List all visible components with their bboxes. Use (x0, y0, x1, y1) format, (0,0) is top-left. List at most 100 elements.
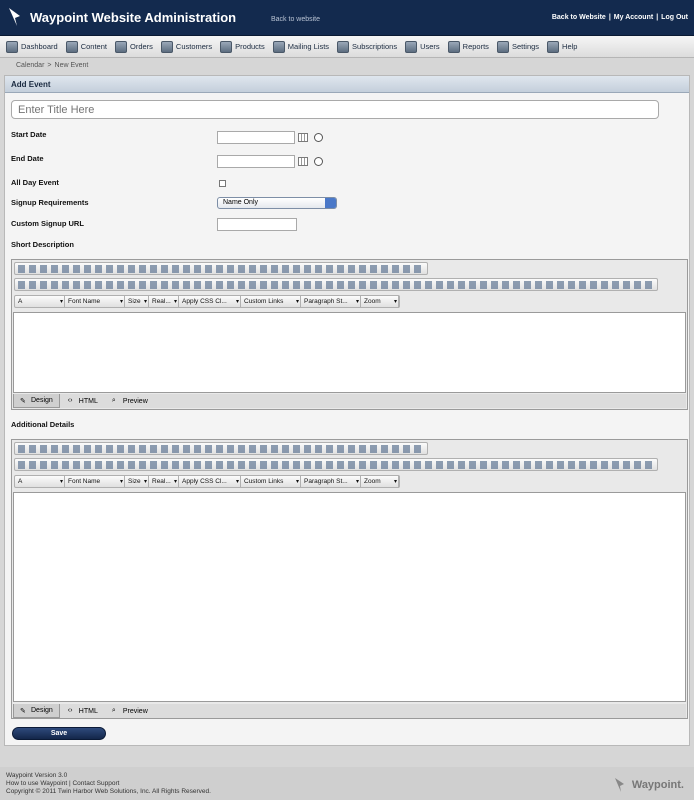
waypoint-logo-icon (614, 778, 624, 792)
signup-requirements-value: Name Only (223, 199, 259, 206)
tab-label: Preview (122, 397, 148, 405)
pencil-icon: ✎ (20, 707, 26, 715)
tab-html[interactable]: ‹› HTML (62, 394, 104, 408)
font-name-dropdown[interactable]: Font Name (65, 296, 125, 308)
dropdown-label: Real... (152, 298, 171, 305)
start-date-input[interactable] (217, 131, 295, 144)
editor-toolbar-row[interactable] (14, 262, 428, 275)
zoom-dropdown[interactable]: Zoom (361, 476, 399, 488)
nav-reports[interactable]: Reports (446, 36, 495, 58)
short-description-content[interactable] (13, 312, 686, 393)
pencil-icon: ✎ (20, 397, 26, 405)
nav-label: Subscriptions (352, 42, 398, 51)
code-icon: ‹› (67, 397, 73, 404)
log-out-link[interactable]: Log Out (661, 14, 688, 21)
size-dropdown[interactable]: Size (125, 476, 149, 488)
waypoint-logo-icon (9, 8, 20, 26)
apply-css-dropdown[interactable]: Apply CSS Cl... (179, 296, 241, 308)
account-links: Back to Website | My Account | Log Out (552, 14, 688, 21)
clock-icon[interactable] (314, 133, 323, 142)
magnifier-icon: ⌕ (111, 707, 116, 714)
nav-subscriptions[interactable]: Subscriptions (335, 36, 403, 58)
nav-users[interactable]: Users (403, 36, 446, 58)
all-day-checkbox[interactable] (219, 180, 226, 187)
custom-links-dropdown[interactable]: Custom Links (241, 296, 301, 308)
title-input[interactable] (11, 100, 659, 119)
help-links[interactable]: How to use Waypoint | Contact Support (6, 780, 211, 788)
signup-requirements-select[interactable]: Name Only (217, 197, 337, 209)
paragraph-style-dropdown[interactable]: Paragraph St... (301, 296, 361, 308)
tab-label: Design (31, 397, 53, 404)
dashboard-icon (6, 40, 18, 53)
calendar-icon[interactable] (298, 133, 308, 142)
breadcrumb-separator: > (47, 62, 52, 69)
nav-label: Products (235, 42, 265, 51)
dropdown-label: Paragraph St... (304, 298, 348, 305)
calendar-icon[interactable] (298, 157, 308, 166)
editor-toolbar-row[interactable] (14, 458, 658, 471)
end-date-input[interactable] (217, 155, 295, 168)
back-to-website-top-link[interactable]: Back to Website (552, 14, 606, 21)
toolbar-icons (18, 461, 654, 469)
mailing-lists-icon (272, 40, 285, 53)
dropdown-label: Paragraph St... (304, 478, 348, 485)
back-to-website-link[interactable]: Back to website (271, 16, 320, 23)
my-account-link[interactable]: My Account (614, 14, 653, 21)
real-dropdown[interactable]: Real... (149, 296, 179, 308)
nav-products[interactable]: Products (218, 36, 271, 58)
editor-dropdown-row: A Font Name Size Real... Apply CSS Cl...… (14, 475, 400, 488)
short-description-editor: A Font Name Size Real... Apply CSS Cl...… (11, 259, 688, 410)
copyright-text: Copyright © 2011 Twin Harbor Web Solutio… (6, 788, 211, 795)
editor-toolbar-row[interactable] (14, 278, 658, 291)
nav-content[interactable]: Content (64, 36, 113, 58)
nav-mailing-lists[interactable]: Mailing Lists (271, 36, 335, 58)
nav-orders[interactable]: Orders (113, 36, 159, 58)
additional-details-content[interactable] (13, 492, 686, 702)
tab-label: HTML (78, 707, 98, 715)
save-button[interactable]: Save (12, 727, 106, 740)
tab-preview[interactable]: ⌕ Preview (106, 704, 154, 718)
start-date-label: Start Date (11, 130, 47, 139)
custom-signup-url-label: Custom Signup URL (11, 219, 84, 228)
nav-dashboard[interactable]: Dashboard (4, 36, 64, 58)
signup-requirements-label: Signup Requirements (11, 198, 89, 207)
apply-css-dropdown[interactable]: Apply CSS Cl... (179, 476, 241, 488)
nav-label: Users (420, 42, 440, 51)
editor-dropdown-row: A Font Name Size Real... Apply CSS Cl...… (14, 295, 400, 308)
toolbar-icons (18, 281, 654, 289)
breadcrumb-calendar[interactable]: Calendar (16, 62, 44, 69)
paragraph-style-dropdown[interactable]: Paragraph St... (301, 476, 361, 488)
breadcrumb-current: New Event (54, 62, 89, 69)
products-icon (220, 40, 233, 53)
tab-preview[interactable]: ⌕ Preview (106, 394, 154, 408)
code-icon: ‹› (67, 707, 73, 714)
nav-label: Mailing Lists (287, 42, 330, 51)
font-color-icon: A (18, 298, 23, 305)
help-icon (547, 40, 560, 53)
editor-mode-tabs: ✎ Design ‹› HTML ⌕ Preview (13, 394, 686, 408)
dropdown-label: Custom Links (244, 478, 284, 485)
dropdown-label: Real... (152, 478, 171, 485)
nav-customers[interactable]: Customers (159, 36, 218, 58)
zoom-dropdown[interactable]: Zoom (361, 296, 399, 308)
size-dropdown[interactable]: Size (125, 296, 149, 308)
tab-design[interactable]: ✎ Design (13, 704, 60, 718)
font-name-dropdown[interactable]: Font Name (65, 476, 125, 488)
custom-signup-url-input[interactable] (217, 218, 297, 231)
tab-html[interactable]: ‹› HTML (62, 704, 104, 718)
real-dropdown[interactable]: Real... (149, 476, 179, 488)
nav-settings[interactable]: Settings (495, 36, 545, 58)
clock-icon[interactable] (314, 157, 323, 166)
editor-toolbar-row[interactable] (14, 442, 428, 455)
nav-help[interactable]: Help (545, 36, 583, 58)
toolbar-icons (18, 265, 424, 273)
nav-label: Dashboard (21, 42, 58, 51)
font-color-dropdown[interactable]: A (15, 476, 65, 488)
nav-label: Orders (129, 42, 153, 51)
font-color-dropdown[interactable]: A (15, 296, 65, 308)
tab-design[interactable]: ✎ Design (13, 394, 60, 408)
additional-details-label: Additional Details (11, 420, 75, 429)
custom-links-dropdown[interactable]: Custom Links (241, 476, 301, 488)
end-date-label: End Date (11, 154, 44, 163)
nav-label: Help (562, 42, 578, 51)
